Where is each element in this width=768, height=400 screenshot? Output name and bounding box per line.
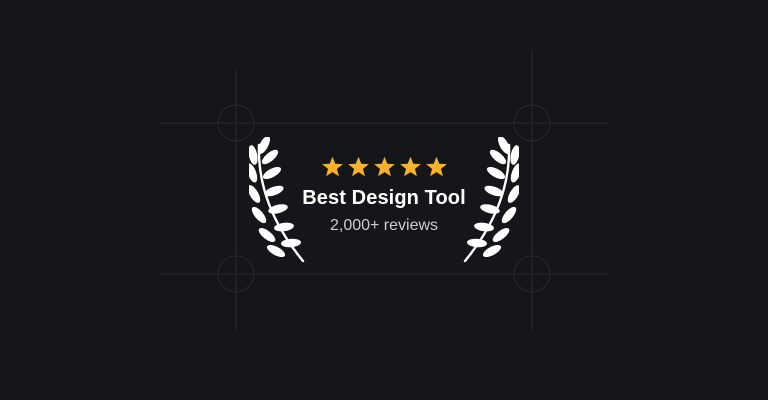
review-count: 2,000+ reviews <box>329 217 439 234</box>
star-icon <box>347 156 369 177</box>
star-icon <box>373 156 395 177</box>
award-title: Best Design Tool <box>302 187 466 209</box>
star-icon <box>425 156 447 177</box>
award-canvas: Best Design Tool 2,000+ reviews <box>0 0 768 400</box>
star-icon <box>321 156 343 177</box>
award-text-block: Best Design Tool 2,000+ reviews <box>276 156 492 236</box>
star-rating <box>276 156 492 180</box>
star-icon <box>399 156 421 177</box>
award-badge: Best Design Tool 2,000+ reviews <box>236 124 532 274</box>
